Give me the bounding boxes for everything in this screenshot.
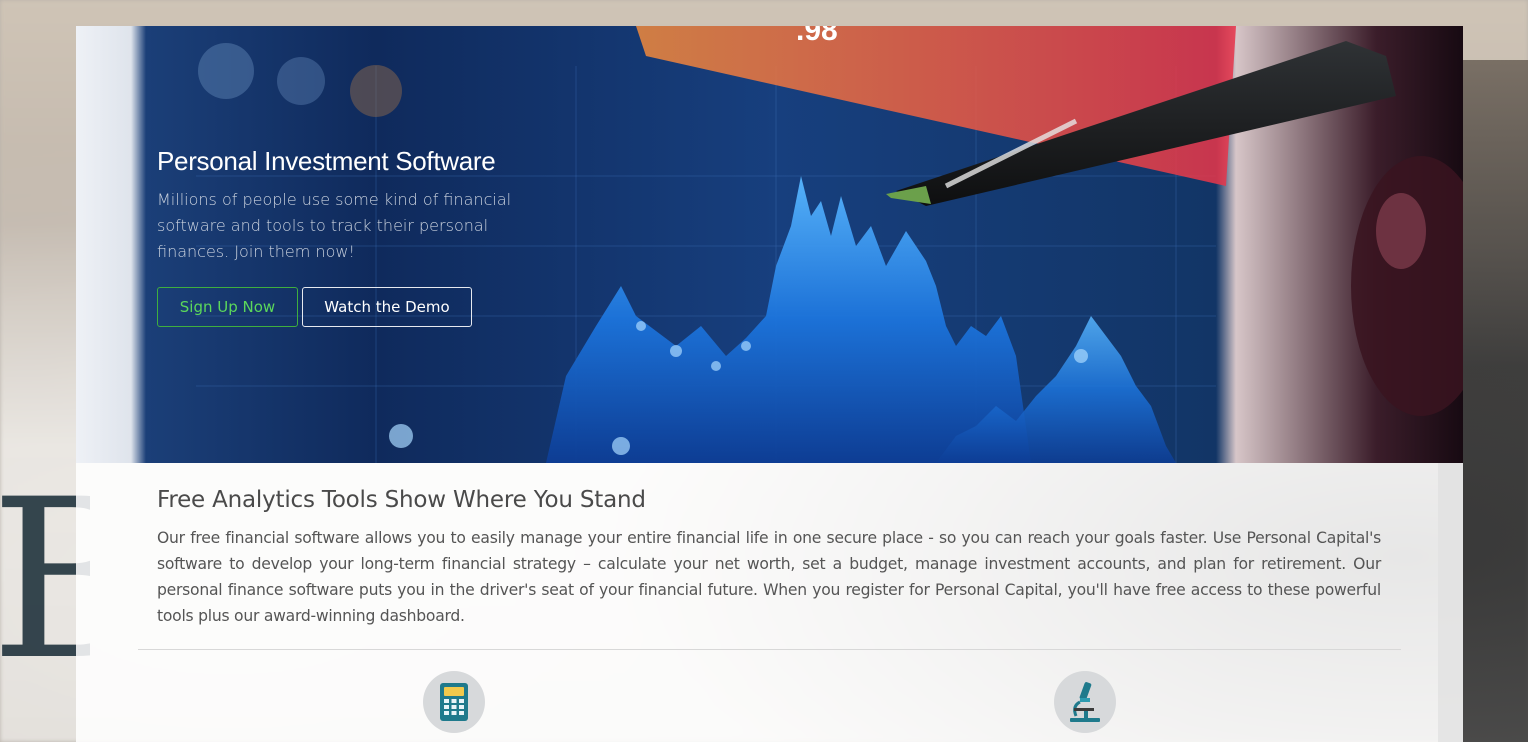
sign-up-button[interactable]: Sign Up Now	[157, 287, 298, 327]
hero-text-block: Personal Investment Software Millions of…	[157, 146, 537, 327]
hero-subtitle: Millions of people use some kind of fina…	[157, 190, 512, 261]
main-container: .98 Personal Investment Software Million…	[76, 26, 1463, 742]
section-divider	[138, 649, 1401, 650]
section-heading: Free Analytics Tools Show Where You Stan…	[157, 487, 646, 513]
calculator-icon[interactable]	[423, 671, 485, 733]
hero-buttons: Sign Up Now Watch the Demo	[157, 287, 537, 327]
background-readout: .98	[796, 26, 838, 47]
hero-banner: .98 Personal Investment Software Million…	[76, 26, 1463, 463]
microscope-icon[interactable]	[1054, 671, 1116, 733]
analytics-section: Free Analytics Tools Show Where You Stan…	[76, 463, 1463, 742]
watch-demo-button[interactable]: Watch the Demo	[302, 287, 472, 327]
hero-title: Personal Investment Software	[157, 146, 496, 176]
section-body: Our free financial software allows you t…	[157, 529, 1381, 625]
